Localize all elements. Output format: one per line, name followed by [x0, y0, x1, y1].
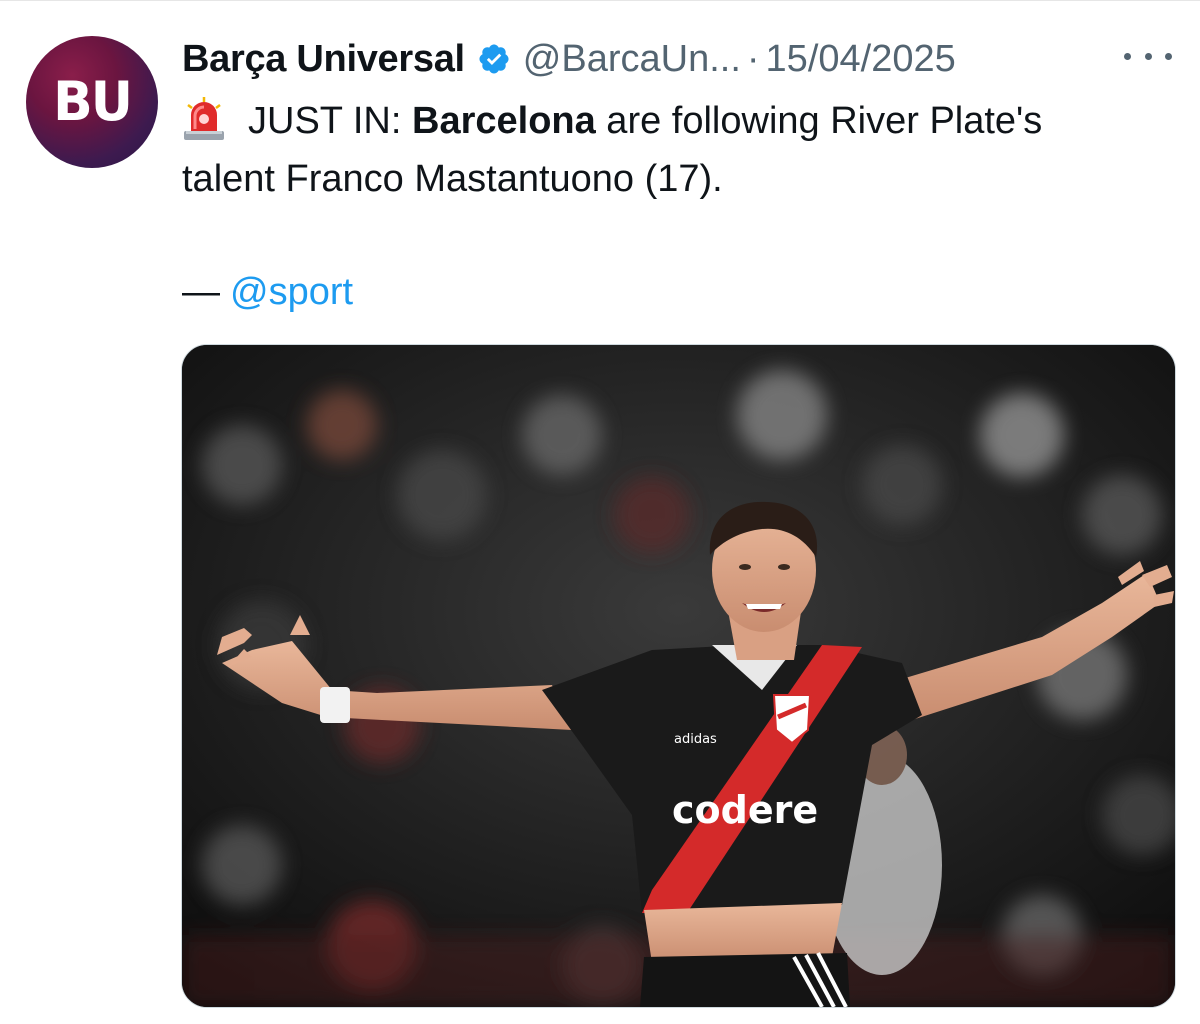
- more-dot: [1165, 52, 1172, 60]
- tweet-credit: — @sport: [182, 266, 353, 318]
- verified-badge-icon[interactable]: [477, 42, 511, 76]
- top-divider: [0, 0, 1200, 1]
- tweet-text-line-1: JUST IN: Barcelona are following River P…: [182, 92, 1182, 150]
- tweet-body: JUST IN: Barcelona are following River P…: [182, 92, 1182, 208]
- more-dot: [1144, 52, 1152, 60]
- credit-mention-link[interactable]: @sport: [230, 271, 353, 313]
- tweet-date[interactable]: 15/04/2025: [766, 38, 956, 81]
- tweet-text-prefix: JUST IN:: [248, 100, 412, 142]
- tweet-header: Barça Universal @BarcaUn... · 15/04/2025: [182, 34, 956, 84]
- author-avatar[interactable]: BU: [26, 36, 158, 168]
- avatar-logo-text: BU: [53, 70, 133, 134]
- shirt-sponsor-text: codere: [672, 788, 818, 832]
- tweet-text-bold: Barcelona: [412, 100, 596, 142]
- more-dot: [1124, 52, 1131, 60]
- tweet-text-line-2: talent Franco Mastantuono (17).: [182, 158, 723, 200]
- siren-emoji-icon: [184, 97, 224, 140]
- credit-dash: —: [182, 271, 220, 313]
- player-wristband: [320, 687, 350, 723]
- author-handle[interactable]: @BarcaUn...: [523, 38, 741, 81]
- tweet-text-rest: are following River Plate's: [595, 100, 1043, 142]
- header-separator: ·: [746, 37, 760, 80]
- photo-illustration: codere adidas: [182, 345, 1175, 1007]
- more-options-icon[interactable]: [1124, 44, 1172, 68]
- tweet-media-photo[interactable]: codere adidas: [181, 344, 1176, 1008]
- author-display-name[interactable]: Barça Universal: [182, 38, 465, 81]
- shirt-brand-text: adidas: [674, 732, 717, 747]
